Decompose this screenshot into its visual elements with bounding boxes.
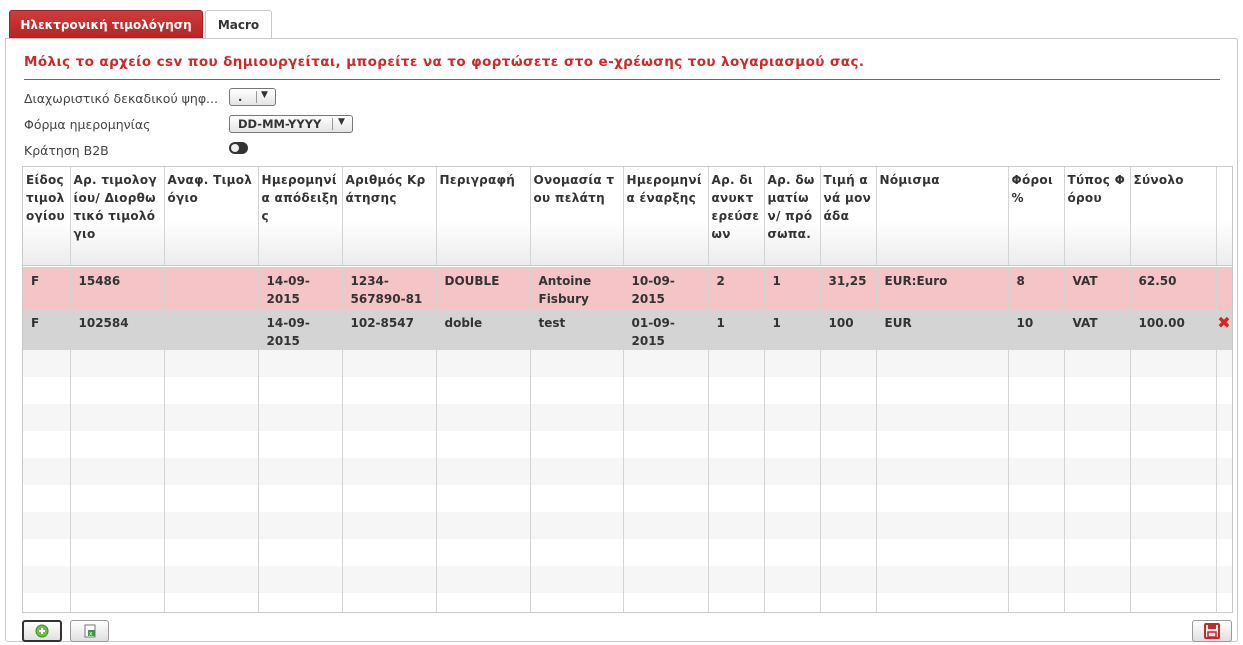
cell-total[interactable]: 62.50 — [1130, 267, 1217, 309]
invoice-grid: Είδος τιμολογίου Αρ. τιμολογίου/ Διορθωτ… — [22, 166, 1233, 613]
cell-reference-invoice[interactable] — [164, 267, 259, 309]
cell-actions — [1216, 267, 1232, 309]
delete-row-button[interactable]: ✖ — [1216, 309, 1232, 350]
col-start-date[interactable]: Ημερομηνία έναρξης — [623, 167, 709, 266]
grid-header: Είδος τιμολογίου Αρ. τιμολογίου/ Διορθωτ… — [23, 167, 1232, 266]
chevron-down-icon: ▼ — [261, 90, 268, 100]
cell-invoice-type[interactable]: F — [23, 309, 71, 350]
col-nights[interactable]: Αρ. διανυκτερεύσεων — [708, 167, 765, 266]
b2b-toggle[interactable] — [229, 142, 248, 154]
table-row[interactable]: F 102584 14-09-2015 102-8547 doble test … — [23, 309, 1232, 350]
cell-reference-invoice[interactable] — [164, 309, 259, 350]
info-notice: Μόλις το αρχείο csv που δημιουργείται, μ… — [24, 54, 1220, 80]
main-panel: Μόλις το αρχείο csv που δημιουργείται, μ… — [5, 38, 1238, 642]
cell-start-date[interactable]: 10-09-2015 — [623, 267, 709, 309]
excel-export-icon: x — [84, 624, 96, 638]
cell-tax-type[interactable]: VAT — [1064, 309, 1131, 350]
col-actions — [1216, 167, 1232, 266]
cell-tax-percent[interactable]: 10 — [1008, 309, 1065, 350]
floppy-save-icon — [1204, 623, 1220, 639]
cell-currency[interactable]: EUR — [876, 309, 1009, 350]
decimal-separator-select[interactable]: . ▼ — [229, 88, 276, 106]
col-tax-percent[interactable]: Φόροι % — [1008, 167, 1065, 266]
cell-rooms-persons[interactable]: 1 — [764, 267, 821, 309]
cell-rooms-persons[interactable]: 1 — [764, 309, 821, 350]
cell-customer-name[interactable]: test — [530, 309, 624, 350]
cell-invoice-number[interactable]: 15486 — [70, 267, 165, 309]
tab-electronic-invoicing[interactable]: Ηλεκτρονική τιμολόγηση — [9, 10, 203, 38]
cell-receipt-date[interactable]: 14-09-2015 — [258, 309, 343, 350]
date-format-label: Φόρμα ημερομηνίας — [24, 117, 151, 132]
cell-total[interactable]: 100.00 — [1130, 309, 1217, 350]
col-customer-name[interactable]: Ονομασία του πελάτη — [530, 167, 624, 266]
table-row[interactable]: F 15486 14-09-2015 1234-567890-81 DOUBLE… — [23, 267, 1232, 309]
cell-description[interactable]: doble — [436, 309, 531, 350]
svg-text:x: x — [89, 631, 93, 638]
decimal-separator-value: . — [238, 90, 243, 104]
b2b-booking-label: Κράτηση B2B — [24, 143, 109, 158]
cell-tax-type[interactable]: VAT — [1064, 267, 1131, 309]
date-format-select[interactable]: DD-MM-YYYY ▼ — [229, 115, 353, 133]
chevron-down-icon: ▼ — [338, 117, 345, 127]
cell-booking-number[interactable]: 1234-567890-81 — [342, 267, 437, 309]
col-description[interactable]: Περιγραφή — [436, 167, 531, 266]
col-total[interactable]: Σύνολο — [1130, 167, 1217, 266]
add-circle-icon — [35, 624, 49, 638]
cell-start-date[interactable]: 01-09-2015 — [623, 309, 709, 350]
save-button[interactable] — [1192, 620, 1232, 642]
cell-unit-price[interactable]: 31,25 — [820, 267, 877, 309]
col-reference-invoice[interactable]: Αναφ. Τιμολόγιο — [164, 167, 259, 266]
date-format-value: DD-MM-YYYY — [238, 117, 322, 131]
tab-macro[interactable]: Macro — [205, 10, 272, 39]
cell-unit-price[interactable]: 100 — [820, 309, 877, 350]
cell-booking-number[interactable]: 102-8547 — [342, 309, 437, 350]
delete-x-icon: ✖ — [1217, 313, 1231, 332]
cell-currency[interactable]: EUR:Euro — [876, 267, 1009, 309]
col-receipt-date[interactable]: Ημερομηνία απόδειξης — [258, 167, 343, 266]
cell-tax-percent[interactable]: 8 — [1008, 267, 1065, 309]
col-currency[interactable]: Νόμισμα — [876, 167, 1009, 266]
col-tax-type[interactable]: Τύπος Φόρου — [1064, 167, 1131, 266]
cell-receipt-date[interactable]: 14-09-2015 — [258, 267, 343, 309]
col-unit-price[interactable]: Τιμή ανά μονάδα — [820, 167, 877, 266]
decimal-separator-label: Διαχωριστικό δεκαδικού ψηφ... — [24, 91, 218, 106]
col-booking-number[interactable]: Αριθμός Κράτησης — [342, 167, 437, 266]
add-row-button[interactable] — [22, 620, 62, 642]
col-invoice-type[interactable]: Είδος τιμολογίου — [23, 167, 71, 266]
cell-customer-name[interactable]: Antoine Fisbury — [530, 267, 624, 309]
cell-invoice-number[interactable]: 102584 — [70, 309, 165, 350]
cell-description[interactable]: DOUBLE — [436, 267, 531, 309]
col-rooms-persons[interactable]: Αρ. δωματίων/ πρόσωπα. — [764, 167, 821, 266]
cell-nights[interactable]: 2 — [708, 267, 765, 309]
col-invoice-number[interactable]: Αρ. τιμολογίου/ Διορθωτικό τιμολόγιο — [70, 167, 165, 266]
cell-nights[interactable]: 1 — [708, 309, 765, 350]
cell-invoice-type[interactable]: F — [23, 267, 71, 309]
export-excel-button[interactable]: x — [70, 620, 109, 642]
